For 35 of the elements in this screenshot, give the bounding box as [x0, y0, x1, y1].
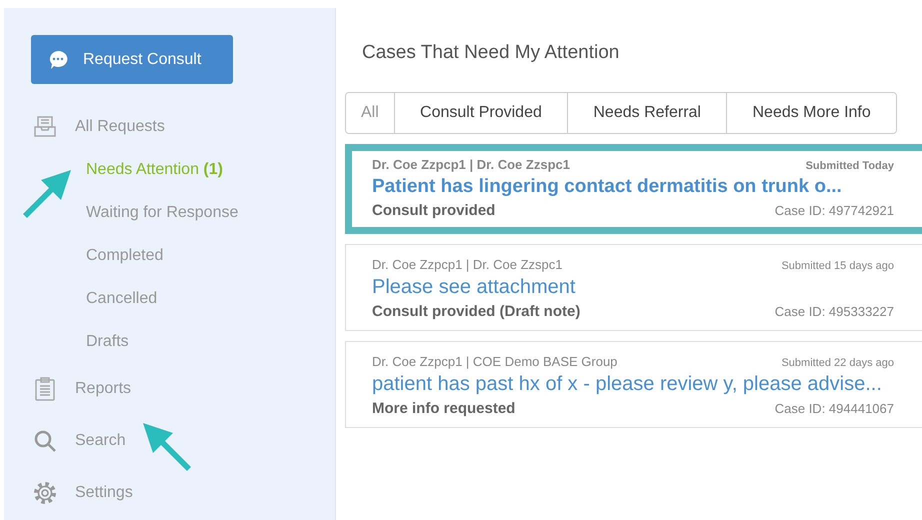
- case-card[interactable]: Dr. Coe Zzpcp1 | Dr. Coe Zzspc1 Submitted 15 days ago Please see attachment Consult provided (Draft note) Case ID: 495333227: [345, 244, 922, 331]
- clipboard-icon: [33, 377, 57, 401]
- page-title: Cases That Need My Attention: [362, 42, 620, 65]
- nav-item[interactable]: Waiting for Response: [86, 204, 238, 222]
- case-card[interactable]: Dr. Coe Zzpcp1 | COE Demo BASE Group Submitted 22 days ago patient has past hx of x - please review y, please advise... More info requested Case ID: 494441067: [345, 341, 922, 428]
- search-icon: [33, 429, 57, 453]
- nav-item[interactable]: Cancelled: [86, 290, 158, 308]
- nav-item[interactable]: All Requests: [75, 118, 165, 136]
- case-parties: Dr. Coe Zzpcp1 | Dr. Coe Zzspc1: [372, 157, 570, 172]
- submitted-date: Submitted 22 days ago: [781, 357, 894, 369]
- case-status: Consult provided (Draft note): [372, 303, 580, 320]
- nav-item[interactable]: Search: [75, 432, 126, 450]
- nav-item[interactable]: Settings: [75, 484, 133, 502]
- case-status: More info requested: [372, 400, 516, 417]
- case-id: Case ID: 495333227: [774, 304, 894, 319]
- settings-icon: [33, 481, 57, 505]
- inbox-icon: [33, 114, 57, 138]
- chat-bubble-icon: [47, 48, 69, 70]
- case-status: Consult provided: [372, 202, 496, 219]
- request-consult-button[interactable]: Request Consult: [31, 35, 233, 84]
- filter-tab[interactable]: Needs More Info: [726, 93, 896, 133]
- submitted-date: Submitted Today: [806, 160, 894, 172]
- case-id: Case ID: 494441067: [774, 401, 894, 416]
- case-parties: Dr. Coe Zzpcp1 | Dr. Coe Zzspc1: [372, 257, 562, 272]
- case-subject-link[interactable]: patient has past hx of x - please review y, please advise...: [372, 373, 882, 395]
- case-id: Case ID: 497742921: [774, 203, 894, 218]
- nav-item[interactable]: Completed: [86, 246, 164, 264]
- case-card[interactable]: Dr. Coe Zzpcp1 | Dr. Coe Zzspc1 Submitted Today Patient has lingering contact dermatitis on trunk o... Consult provided Case ID: 497742921: [345, 144, 922, 234]
- nav-item[interactable]: Drafts: [86, 332, 129, 350]
- nav-item[interactable]: Reports: [75, 380, 132, 398]
- nav-item[interactable]: Needs Attention (1): [86, 160, 223, 178]
- case-subject-link[interactable]: Patient has lingering contact dermatitis on trunk o...: [372, 176, 842, 197]
- submitted-date: Submitted 15 days ago: [781, 260, 894, 272]
- case-subject-link[interactable]: Please see attachment: [372, 276, 576, 298]
- case-parties: Dr. Coe Zzpcp1 | COE Demo BASE Group: [372, 354, 618, 369]
